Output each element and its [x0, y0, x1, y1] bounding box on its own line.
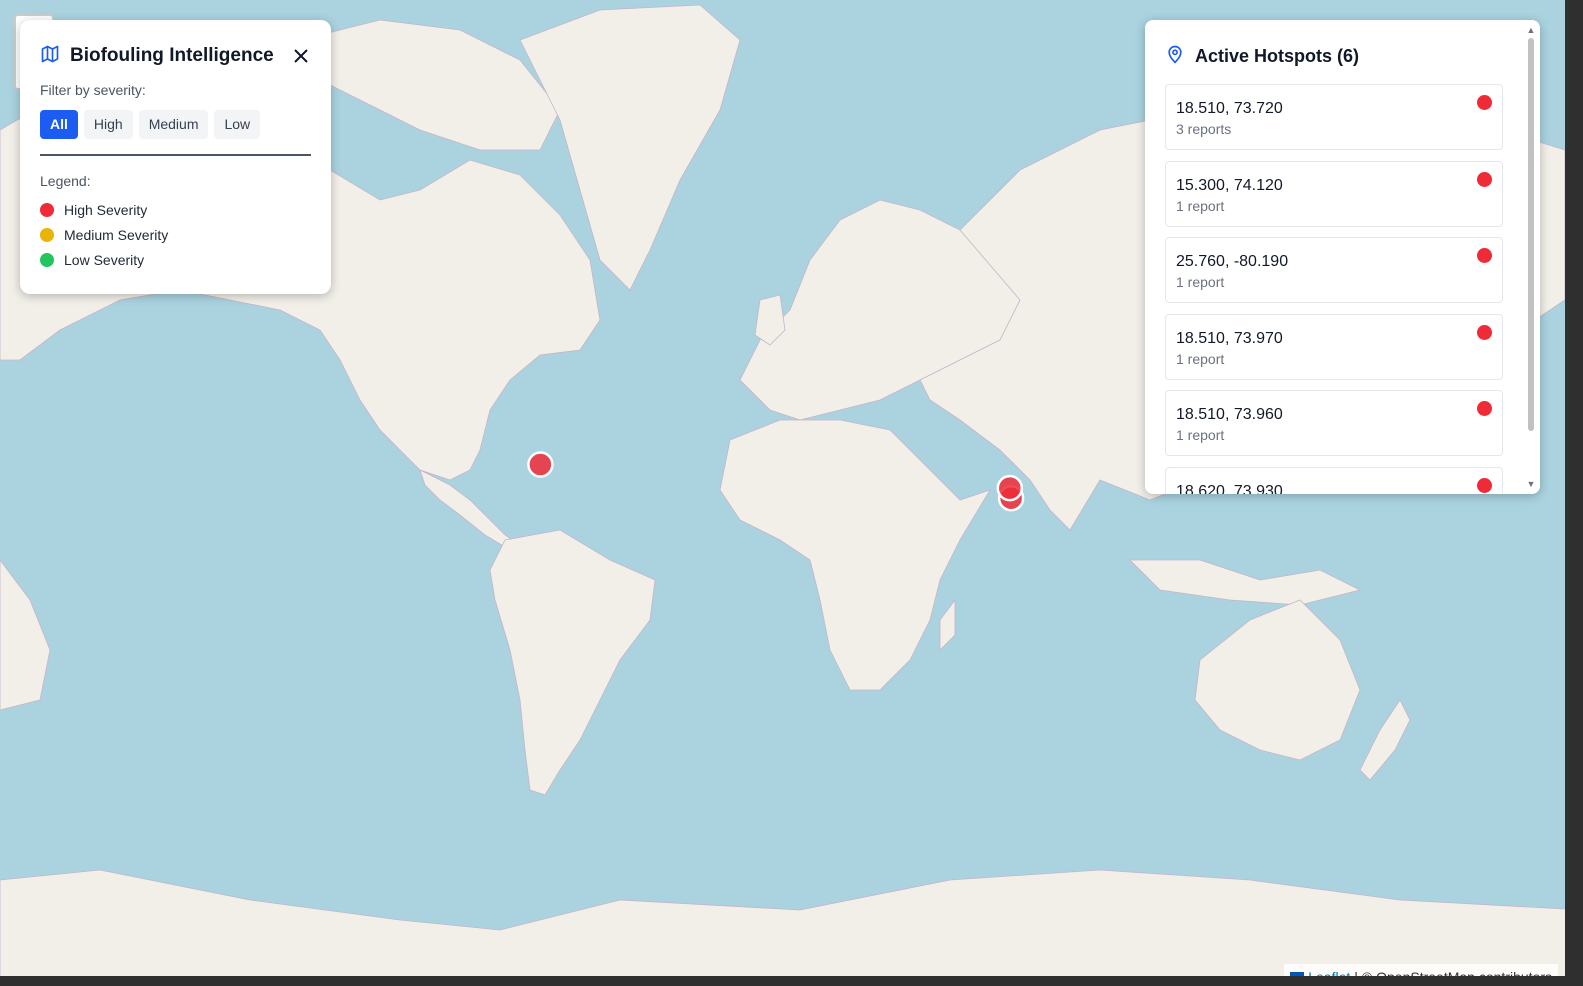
- hotspot-list-item[interactable]: 15.300, 74.120 1 report: [1165, 160, 1503, 227]
- hotspot-panel-header: Active Hotspots (6): [1165, 42, 1359, 70]
- close-button[interactable]: [291, 46, 311, 66]
- legend-item: Low Severity: [40, 247, 311, 272]
- filter-panel: Biofouling Intelligence Filter by severi…: [20, 20, 331, 294]
- severity-dot-icon: [1477, 324, 1492, 340]
- legend-label: Low Severity: [64, 251, 145, 268]
- filter-high-button[interactable]: High: [83, 110, 133, 139]
- map-icon: [40, 44, 60, 69]
- hotspot-list-item[interactable]: 18.510, 73.970 1 report: [1165, 313, 1503, 380]
- filter-label: Filter by severity:: [40, 82, 146, 98]
- severity-dot-icon: [1477, 477, 1492, 493]
- severity-dot-icon: [1477, 401, 1492, 416]
- scroll-thumb[interactable]: [1528, 38, 1534, 431]
- hotspot-coordinates: 18.510, 73.960: [1176, 406, 1283, 423]
- severity-filter-group: All High Medium Low: [40, 110, 311, 139]
- window-edge-bottom: [0, 976, 1583, 986]
- hotspot-report-count: 1 report: [1176, 427, 1225, 443]
- legend-label: High Severity: [64, 201, 148, 218]
- hotspot-list-item[interactable]: 18.620, 73.930: [1165, 466, 1503, 495]
- hotspot-list-item[interactable]: 25.760, -80.190 1 report: [1165, 237, 1503, 303]
- hotspot-coordinates: 18.510, 73.970: [1176, 329, 1283, 347]
- close-icon: [294, 49, 308, 63]
- legend-list: High Severity Medium Severity Low Severity: [40, 197, 311, 272]
- filter-panel-header: Biofouling Intelligence: [40, 42, 311, 70]
- hotspot-scrollbar[interactable]: ▲ ▼: [1526, 20, 1536, 494]
- hotspot-list[interactable]: 18.510, 73.720 3 reports 15.300, 74.120 1 r…: [1165, 84, 1503, 494]
- hotspot-marker[interactable]: [527, 451, 554, 478]
- legend-item: Medium Severity: [40, 222, 311, 247]
- hotspot-report-count: 1 report: [1176, 350, 1225, 367]
- location-pin-icon: [1165, 44, 1185, 69]
- legend-dot-icon: [40, 252, 54, 267]
- panel-divider: [40, 154, 311, 156]
- hotspot-list-item[interactable]: 18.510, 73.960 1 report: [1165, 390, 1503, 456]
- scroll-up-icon[interactable]: ▲: [1526, 24, 1536, 36]
- hotspot-panel-title: Active Hotspots (6): [1195, 45, 1360, 66]
- legend-dot-icon: [40, 202, 54, 217]
- hotspot-report-count: 1 report: [1176, 274, 1225, 290]
- scroll-down-icon[interactable]: ▼: [1526, 478, 1536, 490]
- legend-item: High Severity: [40, 197, 311, 222]
- severity-dot-icon: [1477, 95, 1492, 110]
- hotspot-coordinates: 18.620, 73.930: [1176, 482, 1283, 495]
- filter-all-button[interactable]: All: [40, 110, 78, 139]
- hotspot-coordinates: 25.760, -80.190: [1176, 253, 1289, 270]
- severity-dot-icon: [1477, 171, 1492, 187]
- legend-dot-icon: [40, 227, 54, 242]
- hotspot-report-count: 1 report: [1176, 197, 1225, 214]
- filter-medium-button[interactable]: Medium: [138, 110, 209, 139]
- filter-panel-title: Biofouling Intelligence: [70, 45, 274, 66]
- window-edge-right: [1565, 0, 1583, 986]
- filter-low-button[interactable]: Low: [214, 110, 261, 139]
- severity-dot-icon: [1477, 248, 1492, 263]
- hotspot-report-count: 3 reports: [1176, 121, 1232, 137]
- hotspot-coordinates: 15.300, 74.120: [1176, 176, 1283, 194]
- legend-label: Medium Severity: [64, 226, 169, 243]
- hotspot-marker[interactable]: [996, 474, 1024, 502]
- legend-title: Legend:: [40, 173, 91, 189]
- hotspot-list-item[interactable]: 18.510, 73.720 3 reports: [1165, 84, 1503, 150]
- hotspot-panel: Active Hotspots (6) 18.510, 73.720 3 repo…: [1145, 20, 1540, 494]
- hotspot-coordinates: 18.510, 73.720: [1176, 100, 1283, 117]
